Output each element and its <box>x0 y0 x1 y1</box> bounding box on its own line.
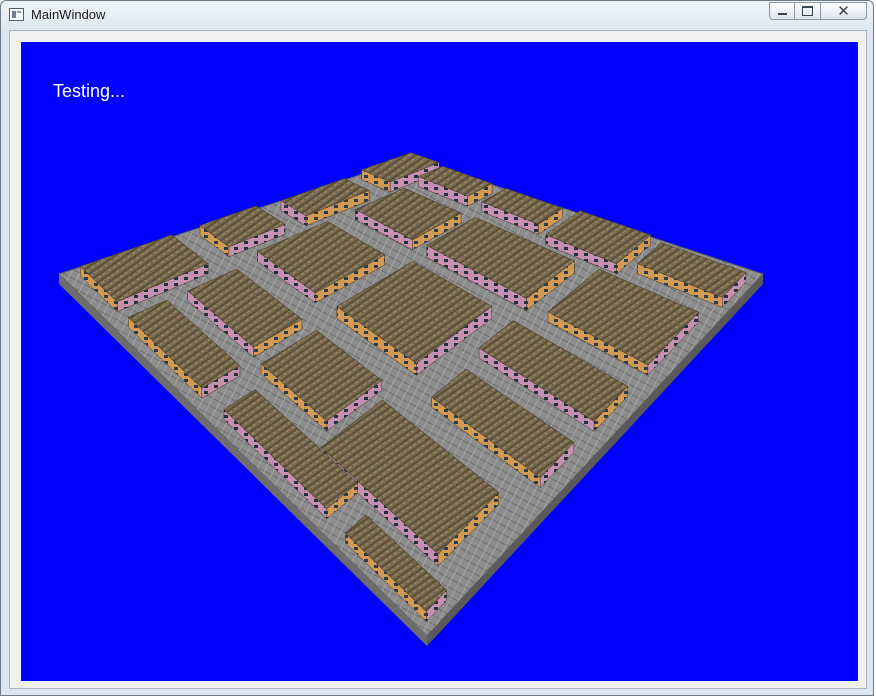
minimize-button[interactable] <box>769 2 795 20</box>
city-geometry <box>58 152 764 646</box>
maximize-icon <box>802 6 813 16</box>
app-icon[interactable] <box>9 8 24 21</box>
caption-buttons: ✕ <box>769 2 867 21</box>
overlay-status-text: Testing... <box>53 81 126 101</box>
minimize-icon <box>777 13 787 15</box>
close-button[interactable]: ✕ <box>821 2 867 20</box>
render-viewport[interactable]: Testing... <box>21 42 858 681</box>
window-title: MainWindow <box>31 7 106 22</box>
main-window: MainWindow ✕ Testing... <box>0 0 874 696</box>
city-scene <box>58 152 764 646</box>
title-bar[interactable]: MainWindow ✕ <box>1 1 873 30</box>
window-client-area: Testing... <box>9 30 867 689</box>
maximize-button[interactable] <box>795 2 821 20</box>
close-icon: ✕ <box>837 1 850 20</box>
